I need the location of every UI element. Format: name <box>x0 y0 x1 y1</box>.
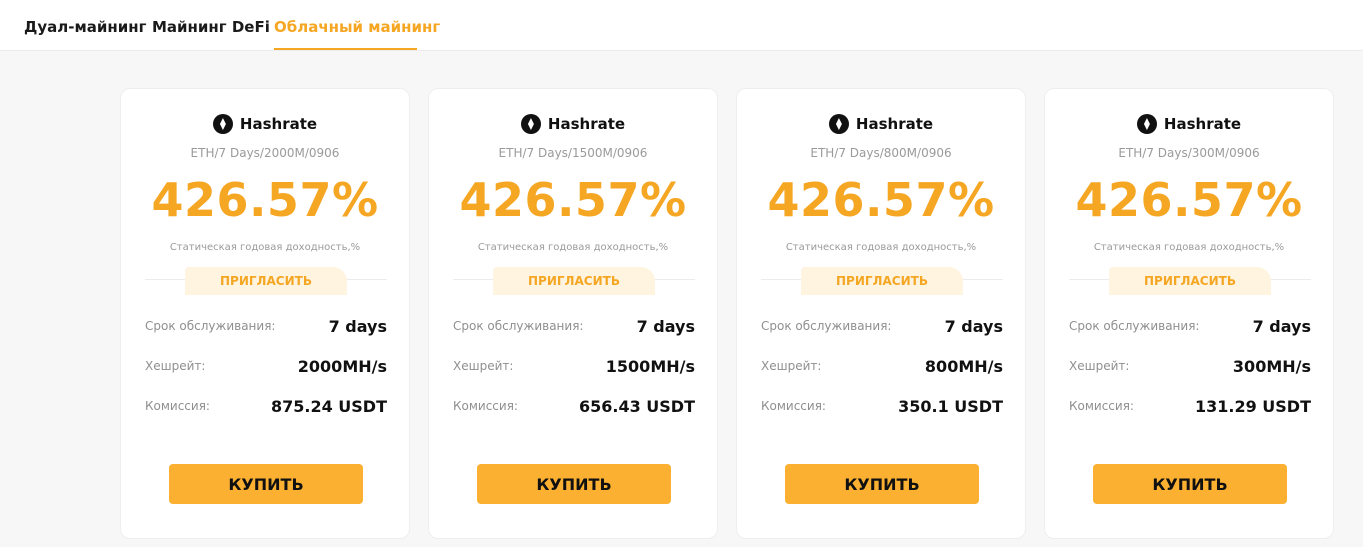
row-value: 7 days <box>328 316 387 336</box>
row-label: Комиссия: <box>761 399 826 413</box>
card-title: Hashrate <box>855 115 934 133</box>
row-label: Хешрейт: <box>453 359 514 373</box>
product-card: Hashrate ETH/7 Days/2000M/0906 426.57% С… <box>120 88 410 539</box>
row-label: Срок обслуживания: <box>145 319 276 333</box>
product-card: Hashrate ETH/7 Days/800M/0906 426.57% Ст… <box>736 88 1026 539</box>
row-label: Хешрейт: <box>145 359 206 373</box>
card-header: Hashrate <box>121 113 409 135</box>
annual-yield-label: Статическая годовая доходность,% <box>477 242 669 253</box>
row-label: Срок обслуживания: <box>1069 319 1200 333</box>
row-value: 7 days <box>636 316 695 336</box>
fee-row: Комиссия: 350.1 USDT <box>761 396 1003 416</box>
tab-cloud-mining[interactable]: Облачный майнинг <box>274 18 440 36</box>
invite-button[interactable]: ПРИГЛАСИТЬ <box>1109 267 1271 295</box>
row-value: 1500MH/s <box>605 356 695 376</box>
hashrate-row: Хешрейт: 1500MH/s <box>453 356 695 376</box>
row-label: Хешрейт: <box>1069 359 1130 373</box>
row-value: 7 days <box>944 316 1003 336</box>
annual-yield-value: 426.57% <box>151 173 379 227</box>
row-value: 875.24 USDT <box>270 396 387 416</box>
annual-yield-label: Статическая годовая доходность,% <box>1093 242 1285 253</box>
row-value: 131.29 USDT <box>1194 396 1311 416</box>
row-value: 656.43 USDT <box>578 396 695 416</box>
card-subtitle: ETH/7 Days/800M/0906 <box>810 146 952 160</box>
card-subtitle: ETH/7 Days/2000M/0906 <box>190 146 340 160</box>
hashrate-row: Хешрейт: 300MH/s <box>1069 356 1311 376</box>
invite-button[interactable]: ПРИГЛАСИТЬ <box>801 267 963 295</box>
annual-yield-value: 426.57% <box>767 173 995 227</box>
fee-row: Комиссия: 656.43 USDT <box>453 396 695 416</box>
hashrate-row: Хешрейт: 2000MH/s <box>145 356 387 376</box>
annual-yield-value: 426.57% <box>1075 173 1303 227</box>
card-header: Hashrate <box>1045 113 1333 135</box>
ethereum-icon <box>520 114 541 134</box>
service-period-row: Срок обслуживания: 7 days <box>761 316 1003 336</box>
service-period-row: Срок обслуживания: 7 days <box>453 316 695 336</box>
row-label: Комиссия: <box>1069 399 1134 413</box>
buy-button[interactable]: КУПИТЬ <box>477 464 671 504</box>
row-value: 7 days <box>1252 316 1311 336</box>
service-period-row: Срок обслуживания: 7 days <box>1069 316 1311 336</box>
tab-dual-mining[interactable]: Дуал-майнинг <box>24 18 146 36</box>
row-label: Хешрейт: <box>761 359 822 373</box>
card-header: Hashrate <box>737 113 1025 135</box>
fee-row: Комиссия: 131.29 USDT <box>1069 396 1311 416</box>
ethereum-icon <box>828 114 849 134</box>
annual-yield-label: Статическая годовая доходность,% <box>169 242 361 253</box>
card-subtitle: ETH/7 Days/300M/0906 <box>1118 146 1260 160</box>
fee-row: Комиссия: 875.24 USDT <box>145 396 387 416</box>
annual-yield-value: 426.57% <box>459 173 687 227</box>
hashrate-row: Хешрейт: 800MH/s <box>761 356 1003 376</box>
mining-tabs: Дуал-майнинг Майнинг DeFi Облачный майни… <box>0 0 1363 51</box>
ethereum-icon <box>212 114 233 134</box>
service-period-row: Срок обслуживания: 7 days <box>145 316 387 336</box>
card-title: Hashrate <box>547 115 626 133</box>
invite-button[interactable]: ПРИГЛАСИТЬ <box>185 267 347 295</box>
card-header: Hashrate <box>429 113 717 135</box>
card-title: Hashrate <box>239 115 318 133</box>
row-value: 800MH/s <box>924 356 1003 376</box>
annual-yield-label: Статическая годовая доходность,% <box>785 242 977 253</box>
tab-defi-mining[interactable]: Майнинг DeFi <box>152 18 270 36</box>
row-label: Срок обслуживания: <box>453 319 584 333</box>
product-card: Hashrate ETH/7 Days/300M/0906 426.57% Ст… <box>1044 88 1334 539</box>
buy-button[interactable]: КУПИТЬ <box>785 464 979 504</box>
buy-button[interactable]: КУПИТЬ <box>169 464 363 504</box>
row-value: 300MH/s <box>1232 356 1311 376</box>
ethereum-icon <box>1136 114 1157 134</box>
row-label: Комиссия: <box>453 399 518 413</box>
buy-button[interactable]: КУПИТЬ <box>1093 464 1287 504</box>
row-value: 350.1 USDT <box>898 396 1003 416</box>
row-label: Срок обслуживания: <box>761 319 892 333</box>
row-label: Комиссия: <box>145 399 210 413</box>
row-value: 2000MH/s <box>297 356 387 376</box>
invite-button[interactable]: ПРИГЛАСИТЬ <box>493 267 655 295</box>
card-subtitle: ETH/7 Days/1500M/0906 <box>498 146 648 160</box>
card-title: Hashrate <box>1163 115 1242 133</box>
active-tab-indicator <box>274 48 417 50</box>
product-card: Hashrate ETH/7 Days/1500M/0906 426.57% С… <box>428 88 718 539</box>
